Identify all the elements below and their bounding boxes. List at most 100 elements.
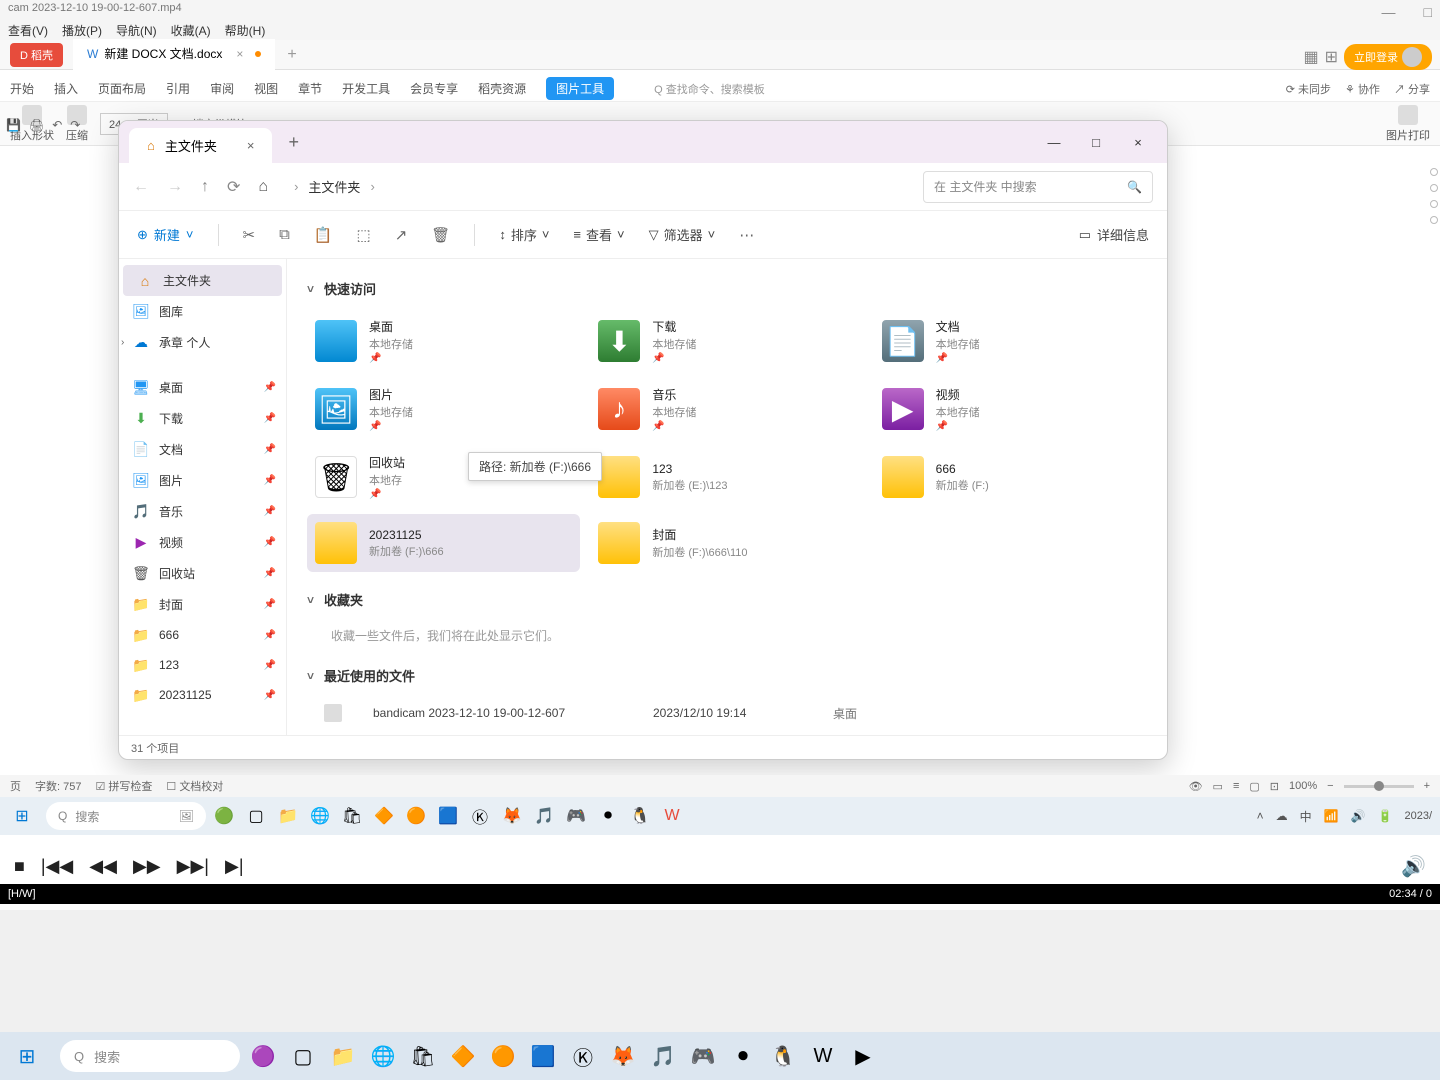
rewind-icon[interactable]: ◀◀ [89, 856, 117, 877]
breadcrumb[interactable]: › 主文件夹 › [294, 177, 375, 196]
sync-button[interactable]: ⟳ 未同步 [1286, 81, 1331, 97]
sidebar-item-pic[interactable]: 🖼图片📌 [119, 465, 286, 496]
recent-file-row[interactable]: bandicam 2023-12-10 19-00-12-6072023/12/… [307, 697, 1147, 729]
sidebar-item-video[interactable]: ▶视频📌 [119, 527, 286, 558]
taskbar-search[interactable]: Q 搜索 🖼 [46, 802, 206, 830]
maximize-button[interactable]: □ [1075, 127, 1117, 157]
wps-home-tab[interactable]: D 稻壳 [10, 43, 63, 67]
rename-icon[interactable]: ⬚ [357, 226, 371, 244]
quick-access-header[interactable]: ˅ 快速访问 [307, 279, 1147, 298]
forward-icon[interactable]: → [167, 178, 183, 196]
proof-check[interactable]: ☐ 文档校对 [166, 778, 223, 794]
sidebar-item-folder[interactable]: 📁封面📌 [119, 589, 286, 620]
play-pause-icon[interactable]: ▶| [225, 856, 244, 877]
recent-header[interactable]: ˅ 最近使用的文件 [307, 666, 1147, 685]
ribbon-review[interactable]: 审阅 [210, 80, 234, 97]
wps-icon[interactable]: W [806, 1039, 840, 1073]
minimize-icon[interactable]: — [1382, 4, 1396, 20]
app3-icon[interactable]: 🟦 [434, 802, 462, 830]
edge-icon[interactable]: 🌐 [306, 802, 334, 830]
close-tab-icon[interactable]: × [247, 138, 255, 153]
panel-dot[interactable] [1430, 200, 1438, 208]
menu-view[interactable]: 查看(V) [8, 22, 48, 38]
kugou-icon[interactable]: Ⓚ [466, 802, 494, 830]
menu-fav[interactable]: 收藏(A) [171, 22, 211, 38]
speaker-icon[interactable]: 🔊 [1401, 854, 1426, 879]
ribbon-view[interactable]: 视图 [254, 80, 278, 97]
explorer-tab[interactable]: ⌂ 主文件夹 × [129, 128, 272, 163]
app-icon[interactable]: 🟠 [486, 1039, 520, 1073]
favorites-header[interactable]: ˅ 收藏夹 [307, 590, 1147, 609]
kugou-icon[interactable]: Ⓚ [566, 1039, 600, 1073]
firefox-icon[interactable]: 🦊 [498, 802, 526, 830]
app-icon[interactable]: 🔶 [446, 1039, 480, 1073]
ribbon-layout[interactable]: 页面布局 [98, 80, 146, 97]
clock[interactable]: 2023/ [1404, 810, 1432, 822]
quick-item-视频[interactable]: ▶视频本地存储📌 [874, 378, 1147, 440]
start-icon[interactable]: ⊞ [8, 802, 36, 830]
zoom-in-icon[interactable]: + [1424, 780, 1430, 792]
explorer-icon[interactable]: 📁 [326, 1039, 360, 1073]
more-icon[interactable]: ⋯ [739, 226, 754, 244]
menu-nav[interactable]: 导航(N) [116, 22, 157, 38]
ime-icon[interactable]: 中 [1300, 808, 1312, 825]
wifi-icon[interactable]: 📶 [1324, 809, 1339, 823]
sidebar-item-home[interactable]: ⌂主文件夹 [123, 265, 282, 296]
stop-icon[interactable]: ■ [14, 856, 25, 877]
taskbar-search[interactable]: Q 搜索 [60, 1040, 240, 1072]
eye-icon[interactable]: 👁 [1189, 780, 1203, 793]
apps-icon[interactable]: ⊞ [1325, 47, 1338, 67]
web-icon[interactable]: ▢ [1249, 780, 1259, 793]
copilot-icon[interactable]: 🟣 [246, 1039, 280, 1073]
spell-check[interactable]: ☑ 拼写检查 [95, 778, 152, 794]
quick-item-123[interactable]: 123新加卷 (E:)\123 [590, 446, 863, 508]
quick-item-20231125[interactable]: 20231125新加卷 (F:)\666 [307, 514, 580, 572]
sidebar-item-recycle[interactable]: 🗑回收站📌 [119, 558, 286, 589]
explorer-icon[interactable]: 📁 [274, 802, 302, 830]
sidebar-item-cloud[interactable]: ›☁承章 个人 [119, 327, 286, 358]
sidebar-item-music[interactable]: 🎵音乐📌 [119, 496, 286, 527]
close-button[interactable]: × [1117, 127, 1159, 157]
quick-item-文档[interactable]: 📄文档本地存储📌 [874, 310, 1147, 372]
prev-track-icon[interactable]: |◀◀ [41, 856, 73, 877]
record-icon[interactable]: ⏺ [726, 1039, 760, 1073]
ribbon-chapter[interactable]: 章节 [298, 80, 322, 97]
readmode-icon[interactable]: ▭ [1213, 780, 1223, 793]
up-icon[interactable]: ↑ [201, 178, 209, 196]
cloud-icon[interactable]: ☁ [1276, 809, 1288, 823]
new-tab-icon[interactable]: + [288, 132, 299, 153]
player-timeline[interactable]: [H/W] 02:34 / 0 [0, 884, 1440, 904]
wps-doc-tab[interactable]: W 新建 DOCX 文档.docx × [73, 39, 275, 70]
next-track-icon[interactable]: ▶▶| [177, 856, 209, 877]
back-icon[interactable]: ← [133, 178, 149, 196]
delete-icon[interactable]: 🗑 [431, 226, 450, 244]
start-icon[interactable]: ⊞ [10, 1039, 44, 1073]
ribbon-start[interactable]: 开始 [10, 80, 34, 97]
sidebar-item-folder[interactable]: 📁20231125📌 [119, 680, 286, 710]
redo-icon[interactable]: ↷ [70, 118, 80, 132]
share-icon[interactable]: ↗ [395, 226, 408, 244]
sidebar-item-desktop[interactable]: 🖥桌面📌 [119, 372, 286, 403]
command-search[interactable]: Q 查找命令、搜索模板 [654, 81, 765, 97]
zoom-fit-icon[interactable]: ⊡ [1270, 780, 1279, 793]
qq-icon[interactable]: 🐧 [766, 1039, 800, 1073]
menu-help[interactable]: 帮助(H) [225, 22, 266, 38]
add-tab-icon[interactable]: + [287, 46, 296, 64]
app4-icon[interactable]: 🎵 [530, 802, 558, 830]
share-button[interactable]: ↗ 分享 [1394, 81, 1430, 97]
ribbon-insert[interactable]: 插入 [54, 80, 78, 97]
ribbon-pictools[interactable]: 图片工具 [546, 77, 614, 100]
edge-icon[interactable]: 🌐 [366, 1039, 400, 1073]
sidebar-item-gallery[interactable]: 🖼图库 [119, 296, 286, 327]
panel-dot[interactable] [1430, 168, 1438, 176]
battery-icon[interactable]: 🔋 [1378, 809, 1393, 823]
record-icon[interactable]: ⏺ [594, 802, 622, 830]
volume-icon[interactable]: 🔊 [1351, 809, 1366, 823]
player-icon[interactable]: ▶ [846, 1039, 880, 1073]
ribbon-member[interactable]: 会员专享 [410, 80, 458, 97]
sidebar-item-folder[interactable]: 📁123📌 [119, 650, 286, 680]
quick-item-封面[interactable]: 封面新加卷 (F:)\666\110 [590, 514, 863, 572]
quick-item-图片[interactable]: 🖼图片本地存储📌 [307, 378, 580, 440]
home-icon[interactable]: ⌂ [258, 178, 268, 196]
maximize-icon[interactable]: □ [1424, 4, 1432, 20]
